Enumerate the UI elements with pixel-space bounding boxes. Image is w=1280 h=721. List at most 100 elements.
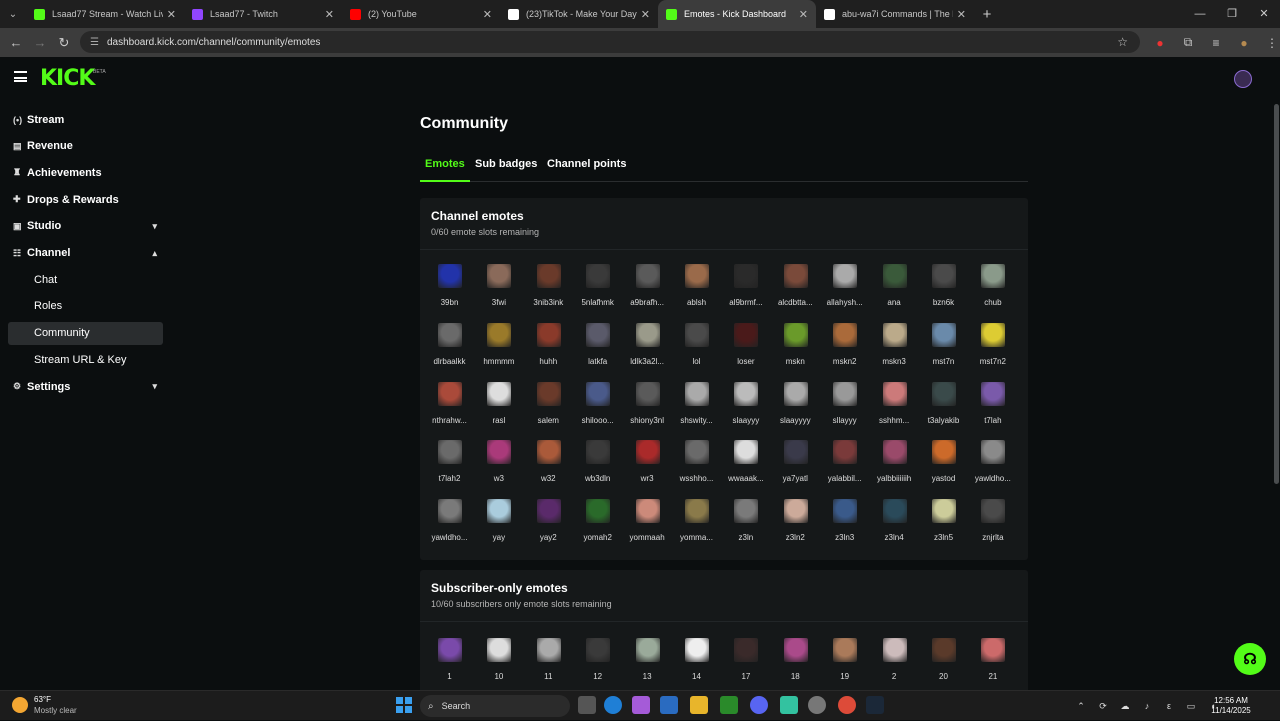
emote-item[interactable]: z3ln2: [772, 499, 819, 557]
emote-item[interactable]: 21: [969, 638, 1016, 696]
emote-item[interactable]: allahysh...: [821, 264, 868, 322]
emote-item[interactable]: nthrahw...: [426, 381, 473, 440]
app-icon[interactable]: [780, 696, 798, 714]
extension-red-icon[interactable]: ●: [1146, 36, 1174, 50]
reading-list-icon[interactable]: ≡: [1202, 36, 1230, 50]
chevron-down-icon[interactable]: ▾: [152, 221, 157, 232]
emote-item[interactable]: yalabbil...: [821, 440, 868, 498]
emote-item[interactable]: 18: [772, 638, 819, 696]
emote-item[interactable]: znjrlta: [969, 499, 1016, 557]
emote-item[interactable]: ablsh: [673, 264, 720, 322]
emote-item[interactable]: yawldho...: [969, 440, 1016, 498]
taskbar-search[interactable]: ⌕ Search: [420, 695, 570, 717]
emote-item[interactable]: shiony3nl: [624, 381, 671, 440]
browser-tab[interactable]: Lsaad77 Stream - Watch Live o ✕: [26, 0, 184, 28]
emote-item[interactable]: alcdbtta...: [772, 264, 819, 322]
emote-item[interactable]: 19: [821, 638, 868, 696]
edge-icon[interactable]: [604, 696, 622, 714]
url-bar[interactable]: ☰ dashboard.kick.com/channel/community/e…: [80, 31, 1140, 53]
menu-icon[interactable]: [14, 71, 27, 82]
emote-item[interactable]: a9brafh...: [624, 264, 671, 322]
sidebar-item-community[interactable]: Community: [8, 321, 163, 345]
emote-item[interactable]: yommaah: [624, 499, 671, 557]
emote-item[interactable]: 14: [673, 638, 720, 696]
emote-item[interactable]: sshhm...: [871, 381, 918, 440]
close-tab-icon[interactable]: ✕: [325, 8, 334, 21]
windows-start-icon[interactable]: [396, 697, 412, 713]
emote-item[interactable]: loser: [722, 322, 769, 381]
browser-tab[interactable]: abu-wa7i Commands | The bes ✕: [816, 0, 974, 28]
emote-item[interactable]: dlrbaalkk: [426, 322, 473, 381]
emote-item[interactable]: 11: [525, 638, 572, 696]
emote-item[interactable]: 20: [920, 638, 967, 696]
close-window-button[interactable]: ✕: [1248, 0, 1280, 28]
page-scrollbar[interactable]: [1273, 100, 1280, 690]
chrome-icon[interactable]: [838, 696, 856, 714]
sidebar-item-stream[interactable]: (•) Stream: [8, 108, 163, 131]
emote-item[interactable]: huhh: [525, 322, 572, 381]
emote-item[interactable]: z3ln3: [821, 499, 868, 557]
kick-logo[interactable]: KICK: [40, 66, 95, 91]
network-icon[interactable]: ▭: [1180, 701, 1202, 712]
emote-item[interactable]: mskn3: [871, 322, 918, 381]
emote-item[interactable]: mskn2: [821, 322, 868, 381]
onedrive-icon[interactable]: ☁: [1114, 701, 1136, 712]
sidebar-item-roles[interactable]: Roles: [8, 295, 163, 318]
tab-emotes[interactable]: Emotes: [420, 158, 470, 182]
emote-item[interactable]: mst7n: [920, 322, 967, 381]
emote-item[interactable]: latkfa: [574, 322, 621, 381]
clock[interactable]: 12:56 AM 11/14/2025: [1200, 696, 1262, 716]
close-tab-icon[interactable]: ✕: [641, 8, 650, 21]
sidebar-item-studio[interactable]: ▣ Studio ▾: [8, 215, 163, 238]
emote-item[interactable]: w3: [475, 440, 522, 498]
emote-item[interactable]: 13: [624, 638, 671, 696]
sidebar-item-revenue[interactable]: ▤ Revenue: [8, 135, 163, 158]
emote-item[interactable]: 2: [871, 638, 918, 696]
emote-item[interactable]: yomah2: [574, 499, 621, 557]
emote-item[interactable]: al9brmf...: [722, 264, 769, 322]
emote-item[interactable]: 5nlafhmk: [574, 264, 621, 322]
browser-tab[interactable]: (23)TikTok - Make Your Day ✕: [500, 0, 658, 28]
sidebar-item-chat[interactable]: Chat: [8, 268, 163, 291]
emote-item[interactable]: z3ln: [722, 499, 769, 557]
emote-item[interactable]: wwaaak...: [722, 440, 769, 498]
tray-app-icon[interactable]: ⟳: [1092, 701, 1114, 712]
emote-item[interactable]: 3fwi: [475, 264, 522, 322]
sidebar-item-achievements[interactable]: ♜ Achievements: [8, 161, 163, 184]
browser-tab[interactable]: Lsaad77 - Twitch ✕: [184, 0, 342, 28]
sidebar-item-channel[interactable]: ☷ Channel ▴: [8, 242, 163, 265]
help-chat-button[interactable]: ☊: [1234, 643, 1266, 675]
bookmark-star-icon[interactable]: ☆: [1117, 35, 1128, 49]
emote-item[interactable]: yay: [475, 499, 522, 557]
mic-icon[interactable]: ♪: [1136, 701, 1158, 711]
emote-item[interactable]: 10: [475, 638, 522, 696]
emote-item[interactable]: bzn6k: [920, 264, 967, 322]
emote-item[interactable]: yay2: [525, 499, 572, 557]
emote-item[interactable]: 1: [426, 638, 473, 696]
copilot-icon[interactable]: [632, 696, 650, 714]
weather-widget[interactable]: 63°F Mostly clear: [12, 694, 77, 716]
profile-avatar-icon[interactable]: ●: [1230, 36, 1258, 50]
close-tab-icon[interactable]: ✕: [167, 8, 176, 21]
emote-item[interactable]: shilooo...: [574, 381, 621, 440]
emote-item[interactable]: ldlk3a2l...: [624, 322, 671, 381]
obs-icon[interactable]: [808, 696, 826, 714]
xbox-icon[interactable]: [720, 696, 738, 714]
emote-item[interactable]: yomma...: [673, 499, 720, 557]
emote-item[interactable]: chub: [969, 264, 1016, 322]
discord-icon[interactable]: [750, 696, 768, 714]
emote-item[interactable]: mst7n2: [969, 322, 1016, 381]
emote-item[interactable]: wb3dln: [574, 440, 621, 498]
emote-item[interactable]: sllayyy: [821, 381, 868, 440]
browser-tab[interactable]: Emotes - Kick Dashboard ✕: [658, 0, 816, 28]
emote-item[interactable]: shswity...: [673, 381, 720, 440]
sidebar-item-stream-url-key[interactable]: Stream URL & Key: [8, 348, 163, 371]
site-info-icon[interactable]: ☰: [90, 37, 99, 48]
close-tab-icon[interactable]: ✕: [483, 8, 492, 21]
store-icon[interactable]: [660, 696, 678, 714]
user-avatar[interactable]: [1234, 70, 1252, 88]
emote-item[interactable]: wsshho...: [673, 440, 720, 498]
emote-item[interactable]: 3nib3ink: [525, 264, 572, 322]
file-explorer-icon[interactable]: [690, 696, 708, 714]
emote-item[interactable]: yalbbiiiiiih: [871, 440, 918, 498]
